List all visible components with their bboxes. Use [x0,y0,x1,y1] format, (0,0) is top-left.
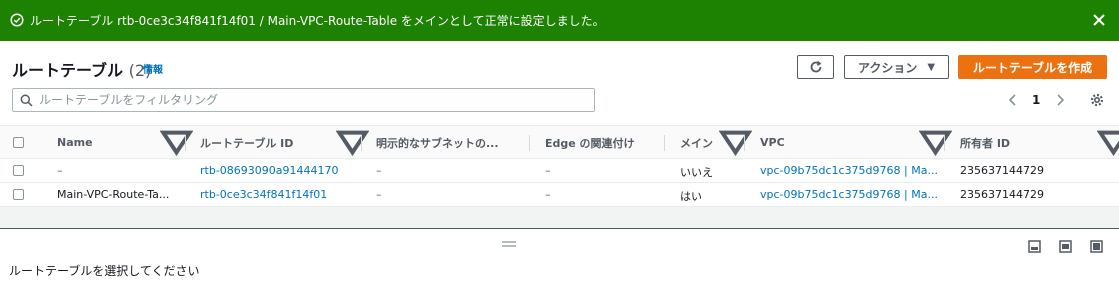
column-header-label: ルートテーブル ID [200,136,294,150]
info-link[interactable]: 情報 [143,61,163,76]
next-page-icon[interactable] [1053,92,1067,108]
column-header-label: Edge の関連付け [545,136,635,150]
column-header-label: 明示的なサブネットの... [376,136,499,150]
row-checkbox[interactable] [13,165,24,176]
table-row[interactable]: – rtb-08693090a91444170 – – いいえ vpc-09b7… [0,159,1119,183]
column-header-label: Name [57,136,93,149]
caret-down-icon: ▼ [927,61,936,73]
row-checkbox[interactable] [13,189,24,200]
column-header-label: VPC [760,136,785,149]
select-all-checkbox[interactable] [13,137,24,148]
sort-caret-icon[interactable] [160,126,193,159]
sort-caret-icon[interactable] [336,126,369,159]
column-divider[interactable] [664,135,665,151]
column-header-name[interactable]: Name [57,126,93,159]
panel-bottom-icon[interactable] [1028,240,1041,253]
cell-vpc-link[interactable]: vpc-09b75dc1c375d9768 | Ma... [760,164,938,177]
details-split-panel: ルートテーブルを選択してください [0,228,1119,284]
flash-message: ルートテーブル rtb-0ce3c34f841f14f01 / Main-VPC… [30,14,605,28]
column-divider[interactable] [944,135,945,151]
actions-label: アクション [857,60,918,75]
content-background [0,207,1119,228]
table-row[interactable]: Main-VPC-Route-Ta... rtb-0ce3c34f841f14f… [0,183,1119,207]
column-header-explicit-subnets[interactable]: 明示的なサブネットの... [376,126,499,159]
page-title: ルートテーブル (2) [12,57,151,81]
column-header-main[interactable]: メイン [680,126,713,159]
resize-handle-icon[interactable] [502,241,516,247]
column-divider[interactable] [361,135,362,151]
column-divider[interactable] [529,135,530,151]
column-header-edge-associations[interactable]: Edge の関連付け [545,126,635,159]
column-header-label: 所有者 ID [960,136,1011,150]
column-divider[interactable] [744,135,745,151]
cell-owner-id: 235637144729 [960,164,1044,177]
table-header: Name ルートテーブル ID 明示的なサブネットの... Edge の関連付け… [0,125,1119,159]
select-prompt-message: ルートテーブルを選択してください [9,264,200,278]
cell-name: Main-VPC-Route-Ta... [57,188,170,201]
cell-edge-associations: – [545,188,551,201]
cell-main: いいえ [680,166,713,179]
page-title-text: ルートテーブル [12,61,124,80]
actions-dropdown-button[interactable]: アクション ▼ [844,55,949,79]
column-divider[interactable] [185,135,186,151]
cell-edge-associations: – [545,164,551,177]
cell-route-table-id-link[interactable]: rtb-0ce3c34f841f14f01 [200,188,327,201]
success-check-icon [10,13,24,27]
sort-caret-icon[interactable] [719,126,752,159]
create-label: ルートテーブルを作成 [972,60,1093,75]
current-page-number[interactable]: 1 [1032,93,1040,107]
previous-page-icon[interactable] [1006,92,1020,108]
success-flash-banner: ルートテーブル rtb-0ce3c34f841f14f01 / Main-VPC… [0,0,1119,41]
sort-caret-icon[interactable] [919,126,952,159]
panel-side-icon[interactable] [1059,240,1072,253]
refresh-button[interactable] [797,55,834,79]
filter-search-box[interactable] [12,88,595,112]
refresh-icon [810,60,821,73]
column-header-owner-id[interactable]: 所有者 ID [960,126,1010,159]
cell-route-table-id-link[interactable]: rtb-08693090a91444170 [200,164,339,177]
cell-explicit-subnets: – [376,188,382,201]
column-header-route-table-id[interactable]: ルートテーブル ID [200,126,293,159]
column-header-vpc[interactable]: VPC [760,126,785,159]
gear-icon[interactable] [1089,92,1105,108]
panel-hide-icon[interactable] [1090,240,1103,253]
filter-input[interactable] [39,91,579,109]
cell-main: はい [680,190,702,203]
cell-vpc-link[interactable]: vpc-09b75dc1c375d9768 | Ma... [760,188,938,201]
sort-caret-icon[interactable] [1097,126,1119,159]
column-header-label: メイン [680,136,713,150]
cell-owner-id: 235637144729 [960,188,1044,201]
cell-explicit-subnets: – [376,164,382,177]
close-icon[interactable] [1091,12,1107,28]
cell-name: – [57,164,63,177]
create-route-table-button[interactable]: ルートテーブルを作成 [958,55,1107,79]
search-icon [20,94,33,107]
